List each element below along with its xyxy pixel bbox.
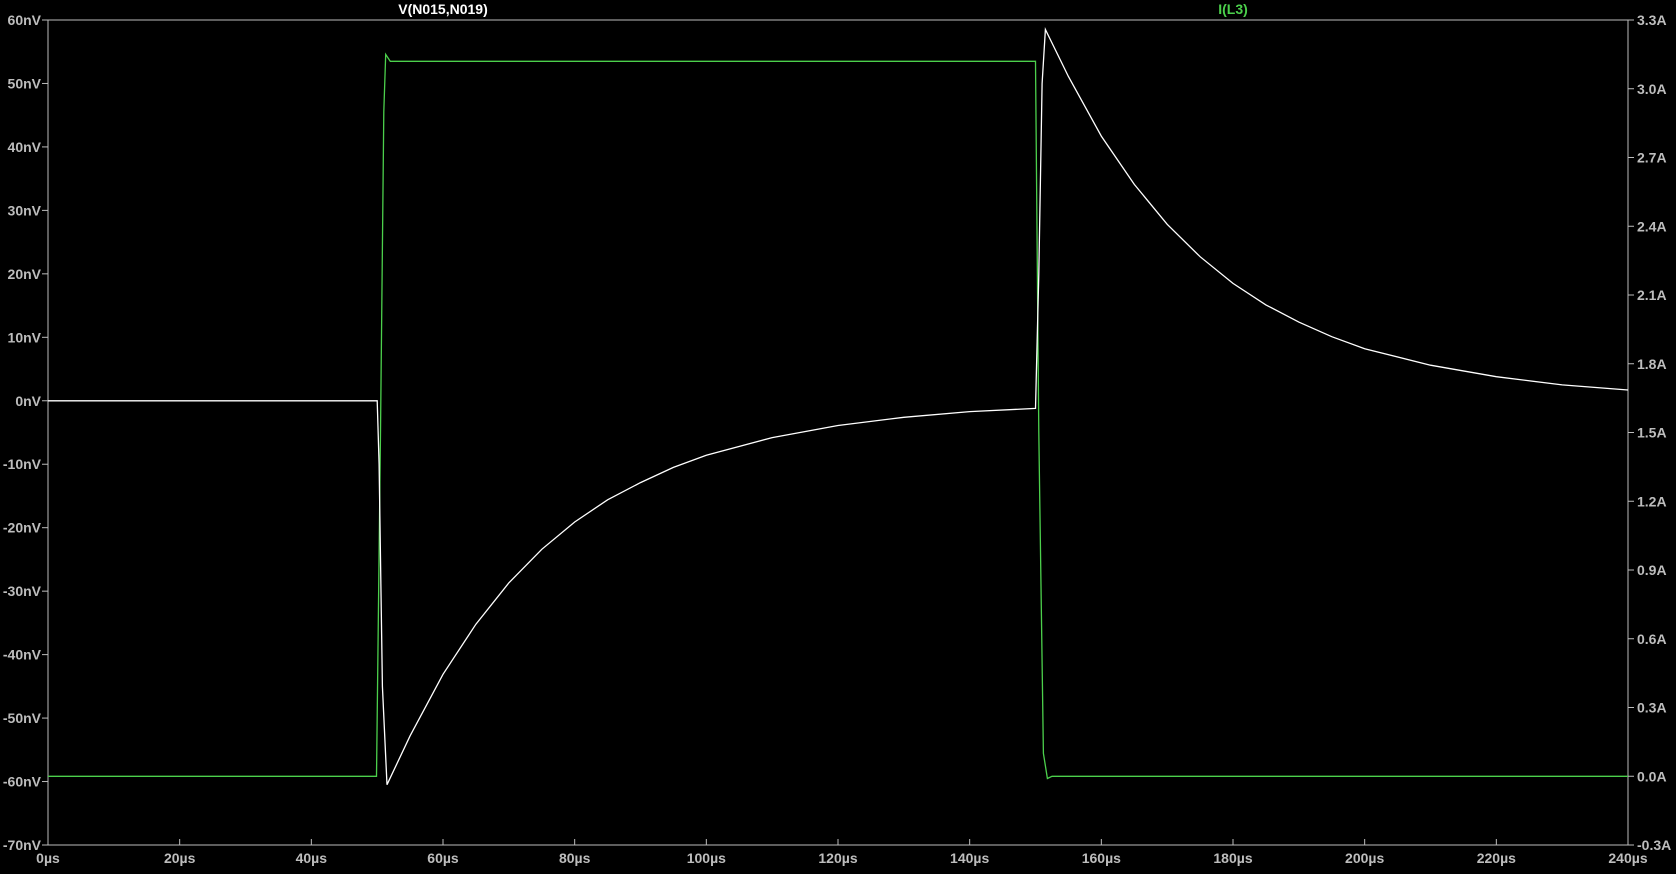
y-right-tick-label: 1.5A [1637, 425, 1667, 441]
y-right-tick-label: 3.0A [1637, 81, 1667, 97]
y-left-tick-label: 50nV [8, 75, 42, 91]
y-right-tick-label: 2.1A [1637, 287, 1667, 303]
y-right-tick-label: 0.9A [1637, 562, 1667, 578]
y-right-tick-label: 3.3A [1637, 12, 1667, 28]
y-left-tick-label: -70nV [3, 837, 42, 853]
trace-title-voltage[interactable]: V(N015,N019) [398, 1, 488, 17]
y-right-tick-label: 0.6A [1637, 631, 1667, 647]
waveform-chart: 0µs 20µs 40µs 60µs 80µs 100µs 120µs 140µs 160µs 1… [3, 1, 1671, 866]
x-tick-label: 160µs [1082, 850, 1121, 866]
x-tick-label: 120µs [818, 850, 857, 866]
x-tick-label: 200µs [1345, 850, 1384, 866]
x-tick-label: 80µs [559, 850, 591, 866]
y-left-tick-label: -60nV [3, 774, 42, 790]
y-left-tick-label: -10nV [3, 456, 42, 472]
y-left-tick-label: 10nV [8, 329, 42, 345]
x-tick-label: 180µs [1213, 850, 1252, 866]
y-left-tick-label: 60nV [8, 12, 42, 28]
y-right-tick-label: 0.3A [1637, 700, 1667, 716]
y-left-tick-label: 0nV [15, 393, 41, 409]
y-right-tick-label: 1.2A [1637, 493, 1667, 509]
y-left-tick-label: -40nV [3, 647, 42, 663]
y-left-tick-label: -50nV [3, 710, 42, 726]
y-right-tick-label: 1.8A [1637, 356, 1667, 372]
x-tick-label: 60µs [427, 850, 459, 866]
y-left-tick-label: -20nV [3, 520, 42, 536]
y-right-tick-label: 0.0A [1637, 768, 1667, 784]
plot-area [47, 19, 1629, 846]
y-right-tick-label: 2.4A [1637, 218, 1667, 234]
y-left-tick-label: 30nV [8, 202, 42, 218]
y-left-tick-label: 20nV [8, 266, 42, 282]
x-tick-label: 220µs [1477, 850, 1516, 866]
y-left-tick-label: -30nV [3, 583, 42, 599]
x-tick-label: 40µs [296, 850, 328, 866]
x-tick-label: 140µs [950, 850, 989, 866]
x-tick-label: 20µs [164, 850, 196, 866]
y-left-tick-label: 40nV [8, 139, 42, 155]
x-tick-label: 100µs [687, 850, 726, 866]
y-right-tick-label: -0.3A [1637, 837, 1671, 853]
trace-title-current[interactable]: I(L3) [1218, 1, 1248, 17]
y-right-tick-label: 2.7A [1637, 150, 1667, 166]
